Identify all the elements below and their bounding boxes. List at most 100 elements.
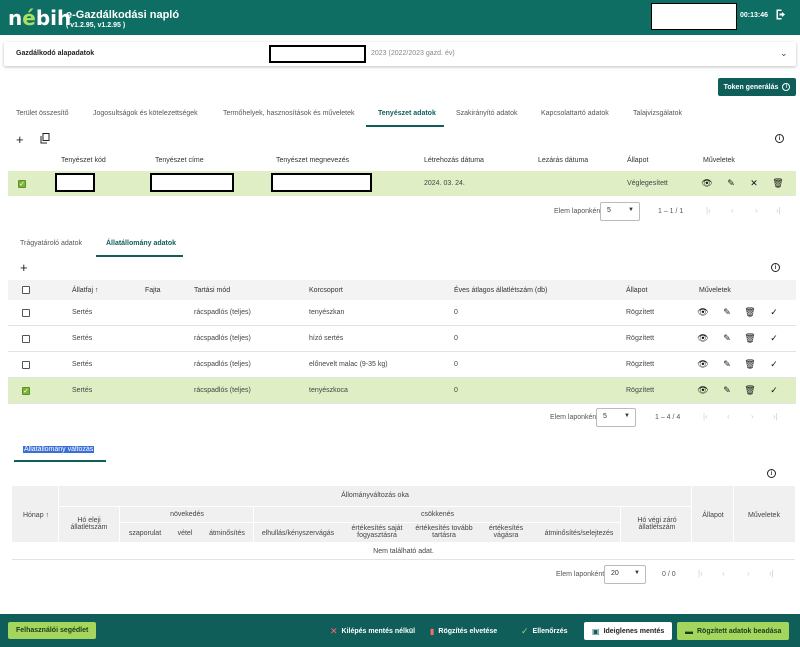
delete-icon[interactable]: 🗑 — [744, 385, 756, 396]
page-size-select[interactable]: 5 ▼ — [600, 202, 640, 221]
tab-advisor[interactable]: Szakirányító adatok — [456, 110, 517, 117]
age-group-cell: tenyészkoca — [309, 387, 348, 394]
age-group-cell: előnevelt malac (9-35 kg) — [309, 361, 388, 368]
prev-page-icon[interactable]: ‹ — [727, 412, 730, 421]
discard-button[interactable]: ▮ Rögzítés elvetése — [430, 624, 497, 638]
add-farm-icon[interactable]: + — [16, 132, 24, 147]
tab-rights[interactable]: Jogosultságok és kötelezettségek — [93, 110, 198, 117]
col-farm-code[interactable]: Tenyészet kód — [61, 157, 106, 164]
redacted-farm-address — [150, 173, 234, 192]
info-icon[interactable]: i — [775, 134, 784, 143]
copy-icon[interactable] — [40, 133, 50, 144]
status-badge: Rögzített — [626, 361, 655, 368]
tab-area-summary[interactable]: Terület összesítő — [16, 110, 69, 117]
col-closed[interactable]: Lezárás dátuma — [538, 157, 588, 164]
page-size-select[interactable]: 5 ▼ — [596, 408, 636, 427]
col-species[interactable]: Állatfaj ↑ — [72, 287, 98, 294]
tab-soil-tests[interactable]: Talajvizsgálatok — [633, 110, 682, 117]
logout-icon[interactable] — [775, 9, 787, 23]
submit-label: Rögzített adatok beadása — [697, 627, 782, 635]
close-icon[interactable]: ✕ — [748, 178, 760, 189]
average-count-cell: 0 — [454, 361, 458, 368]
info-icon[interactable]: i — [771, 263, 780, 272]
select-all-checkbox[interactable] — [22, 286, 30, 294]
info-icon[interactable]: i — [767, 469, 776, 478]
check-icon[interactable]: ✓ — [768, 307, 780, 318]
delete-icon[interactable]: 🗑 — [772, 178, 784, 189]
exit-without-save-button[interactable]: ✕ Kilépés mentés nélkül — [330, 624, 415, 638]
token-generate-button[interactable]: Token generálás i — [718, 78, 796, 96]
col-keeping-mode[interactable]: Tartási mód — [194, 287, 230, 294]
table-row[interactable] — [8, 171, 796, 196]
prev-page-icon[interactable]: ‹ — [722, 569, 725, 578]
row-checkbox[interactable] — [22, 361, 30, 369]
tab-fields[interactable]: Termőhelyek, hasznosítások és műveletek — [223, 110, 355, 117]
page-size-value: 20 — [611, 570, 619, 577]
edit-icon[interactable]: ✎ — [721, 333, 733, 344]
chevron-down-icon: ▼ — [628, 207, 634, 213]
delete-icon[interactable]: 🗑 — [744, 307, 756, 318]
next-page-icon[interactable]: › — [751, 412, 754, 421]
view-icon[interactable]: 👁 — [697, 385, 709, 396]
tab-livestock[interactable]: Állatállomány adatok — [106, 240, 176, 247]
tab-contact[interactable]: Kapcsolattartó adatok — [541, 110, 609, 117]
active-tab-indicator — [366, 125, 444, 127]
last-page-icon[interactable]: ›| — [769, 569, 774, 578]
farming-year: 2023 (2022/2023 gazd. év) — [371, 50, 455, 57]
user-guide-button[interactable]: Felhasználói segédlet — [8, 622, 97, 639]
row-checkbox[interactable] — [22, 335, 30, 343]
temp-save-button[interactable]: ▣ Ideiglenes mentés — [584, 622, 673, 640]
chevron-down-icon[interactable]: ⌄ — [780, 48, 788, 59]
col-farm-address[interactable]: Tenyészet címe — [155, 157, 204, 164]
top-bar: nébih e-Gazdálkodási napló ( v1.2.95, v1… — [0, 0, 800, 35]
edit-icon[interactable]: ✎ — [721, 385, 733, 396]
row-divider — [12, 559, 795, 560]
edit-icon[interactable]: ✎ — [721, 359, 733, 370]
col-age-group[interactable]: Korcsoport — [309, 287, 343, 294]
delete-icon[interactable]: 🗑 — [744, 333, 756, 344]
col-farm-name[interactable]: Tenyészet megnevezés — [276, 157, 349, 164]
view-icon[interactable]: 👁 — [697, 307, 709, 318]
col-created[interactable]: Létrehozás dátuma — [424, 157, 484, 164]
row-divider — [8, 403, 796, 404]
row-checkbox[interactable]: ✓ — [22, 387, 30, 395]
age-group-cell: hízó sertés — [309, 335, 344, 342]
first-page-icon[interactable]: |‹ — [706, 206, 711, 215]
row-divider — [8, 325, 796, 326]
tab-manure-storage[interactable]: Trágyatároló adatok — [20, 240, 82, 247]
row-checkbox[interactable]: ✓ — [18, 180, 26, 188]
base-data-label: Gazdálkodó alapadatok — [16, 50, 95, 57]
check-icon[interactable]: ✓ — [768, 333, 780, 344]
submit-button[interactable]: ▬ Rögzített adatok beadása — [677, 622, 790, 640]
edit-icon[interactable]: ✎ — [721, 307, 733, 318]
delete-icon[interactable]: 🗑 — [744, 359, 756, 370]
check-button[interactable]: ✓ Ellenőrzés — [521, 624, 568, 638]
prev-page-icon[interactable]: ‹ — [731, 206, 734, 215]
next-page-icon[interactable]: › — [747, 569, 750, 578]
base-data-panel[interactable]: Gazdálkodó alapadatok 2023 (2022/2023 ga… — [4, 42, 796, 66]
col-month[interactable]: Hónap ↑ — [16, 512, 56, 519]
first-page-icon[interactable]: |‹ — [703, 412, 708, 421]
edit-icon[interactable]: ✎ — [725, 178, 737, 189]
table-row-selected[interactable] — [8, 378, 796, 403]
app-title: e-Gazdálkodási napló — [66, 9, 180, 21]
view-icon[interactable]: 👁 — [697, 359, 709, 370]
view-icon[interactable]: 👁 — [701, 178, 713, 189]
last-page-icon[interactable]: ›| — [776, 206, 781, 215]
check-icon[interactable]: ✓ — [768, 385, 780, 396]
page-size-label: Elem laponként: — [556, 571, 607, 578]
add-livestock-icon[interactable]: + — [20, 260, 28, 275]
last-page-icon[interactable]: ›| — [773, 412, 778, 421]
tab-farm-data[interactable]: Tenyészet adatok — [378, 110, 436, 117]
col-average-count[interactable]: Éves átlagos állatlétszám (db) — [454, 287, 547, 294]
user-guide-label: Felhasználói segédlet — [16, 627, 89, 634]
first-page-icon[interactable]: |‹ — [698, 569, 703, 578]
page-size-select[interactable]: 20 ▼ — [604, 565, 646, 584]
view-icon[interactable]: 👁 — [697, 333, 709, 344]
check-icon[interactable]: ✓ — [768, 359, 780, 370]
session-timer: 00:13:46 — [740, 12, 769, 19]
col-breed[interactable]: Fajta — [145, 287, 161, 294]
row-checkbox[interactable] — [22, 309, 30, 317]
next-page-icon[interactable]: › — [755, 206, 758, 215]
species-cell: Sertés — [72, 361, 93, 368]
